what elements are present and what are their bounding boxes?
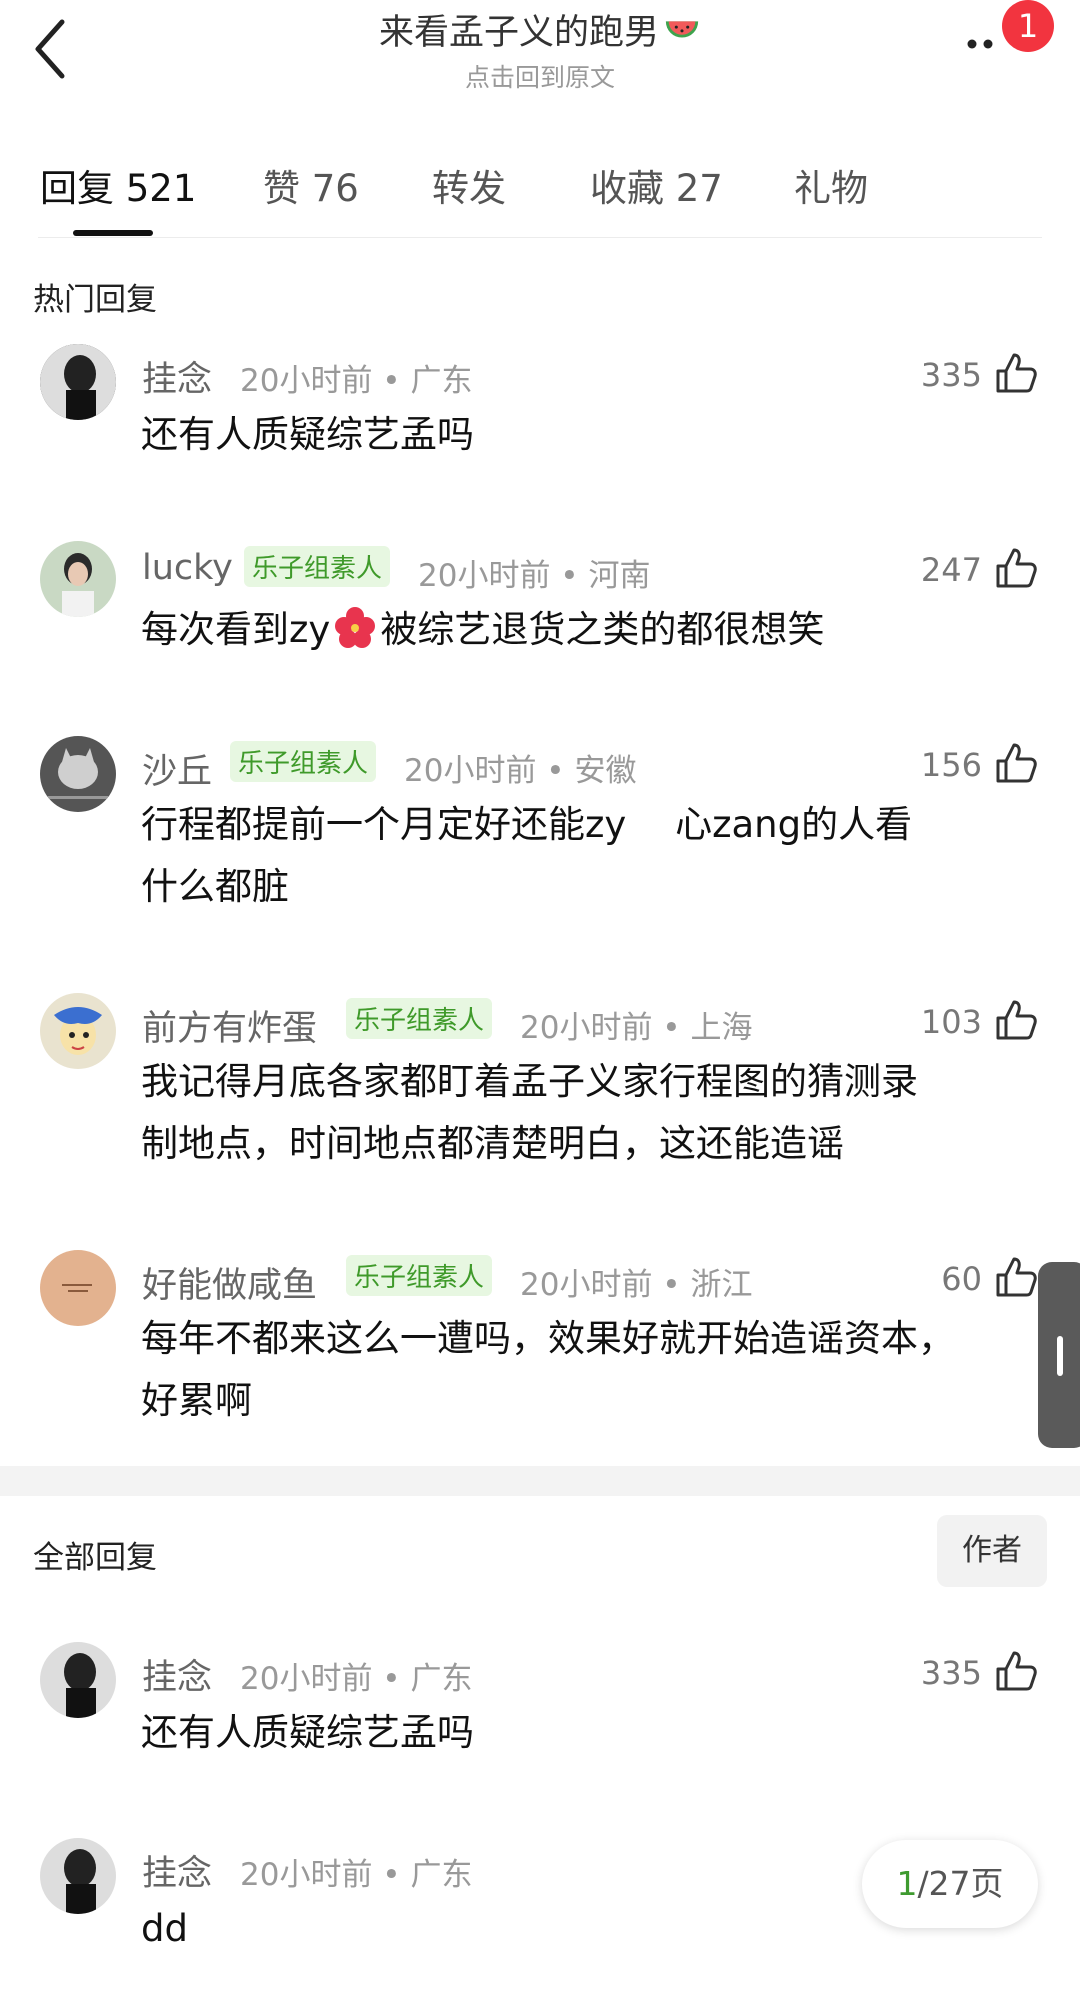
comment-text: 还有人质疑综艺孟吗 [141,1711,474,1754]
thumbs-up-icon[interactable] [994,998,1038,1042]
user-tag: 乐子组素人 [346,998,493,1039]
avatar[interactable] [40,541,116,617]
username[interactable]: 挂念 [142,351,212,402]
user-tag: 乐子组素人 [346,1255,493,1296]
comment-meta: 20小时前 • 上海 [520,1010,753,1046]
username[interactable]: lucky [142,548,233,588]
author-filter-button[interactable]: 作者 [937,1515,1047,1587]
hot-replies-title: 热门回复 [33,282,157,318]
avatar[interactable] [40,993,116,1069]
username[interactable]: 挂念 [142,1845,212,1896]
like-count: 335 [920,356,982,394]
comment-text: 行程都提前一个月定好还能zy 心zang的人看 什么都脏 [141,803,913,908]
scrollbar-handle[interactable] [1038,1262,1080,1448]
avatar[interactable] [40,1250,116,1326]
page-indicator[interactable]: 1/27页 [862,1840,1038,1928]
tab-reposts[interactable]: 转发 [432,158,506,212]
username[interactable]: 挂念 [142,1649,212,1700]
comment-text: 每年不都来这么一遭吗，效果好就开始造谣资本， 好累啊 [141,1317,955,1422]
thumbs-up-icon[interactable] [994,1255,1038,1299]
more-icon[interactable] [966,28,1006,58]
comment-meta: 20小时前 • 广东 [240,363,473,399]
like-count: 156 [920,746,982,784]
tab-divider [38,237,1042,238]
avatar[interactable] [40,1642,116,1718]
thumbs-up-icon[interactable] [994,351,1038,395]
tab-likes[interactable]: 赞 76 [263,158,359,212]
like-count: 60 [941,1260,982,1298]
comment-meta: 20小时前 • 河南 [418,558,651,594]
comment-text: 每次看到zy 被综艺退货之类的都很想笑 [141,607,825,651]
thumbs-up-icon[interactable] [994,741,1038,785]
comment-meta: 20小时前 • 浙江 [520,1267,753,1303]
avatar[interactable] [40,736,116,812]
comment-meta: 20小时前 • 广东 [240,1661,473,1697]
thumbs-up-icon[interactable] [994,1649,1038,1693]
like-count: 335 [920,1654,982,1692]
avatar[interactable] [40,1838,116,1914]
thumbs-up-icon[interactable] [994,546,1038,590]
comment-text: 我记得月底各家都盯着孟子义家行程图的猜测录 制地点，时间地点都清楚明白，这还能造谣 [141,1060,918,1165]
page-title[interactable]: 来看孟子义的跑男 [0,4,1080,55]
all-replies-title: 全部回复 [33,1540,157,1576]
notification-badge: 1 [1002,0,1054,52]
username[interactable]: 好能做咸鱼 [142,1257,317,1308]
avatar[interactable] [40,344,116,420]
username[interactable]: 前方有炸蛋 [142,1000,317,1051]
tab-gifts[interactable]: 礼物 [794,158,868,212]
watermelon-icon [665,21,699,38]
comment-meta: 20小时前 • 安徽 [404,753,637,789]
comment-meta: 20小时前 • 广东 [240,1857,473,1893]
tab-replies[interactable]: 回复 521 [40,158,196,212]
like-count: 247 [920,551,982,589]
username[interactable]: 沙丘 [142,743,212,794]
comment-text: 还有人质疑综艺孟吗 [141,413,474,456]
active-tab-indicator [73,230,153,236]
like-count: 103 [920,1003,982,1041]
tab-favorites[interactable]: 收藏 27 [590,158,723,212]
hibiscus-icon [335,607,376,648]
user-tag: 乐子组素人 [230,741,377,782]
back-to-original-link[interactable]: 点击回到原文 [0,58,1080,94]
user-tag: 乐子组素人 [244,546,391,587]
section-divider [0,1466,1080,1496]
